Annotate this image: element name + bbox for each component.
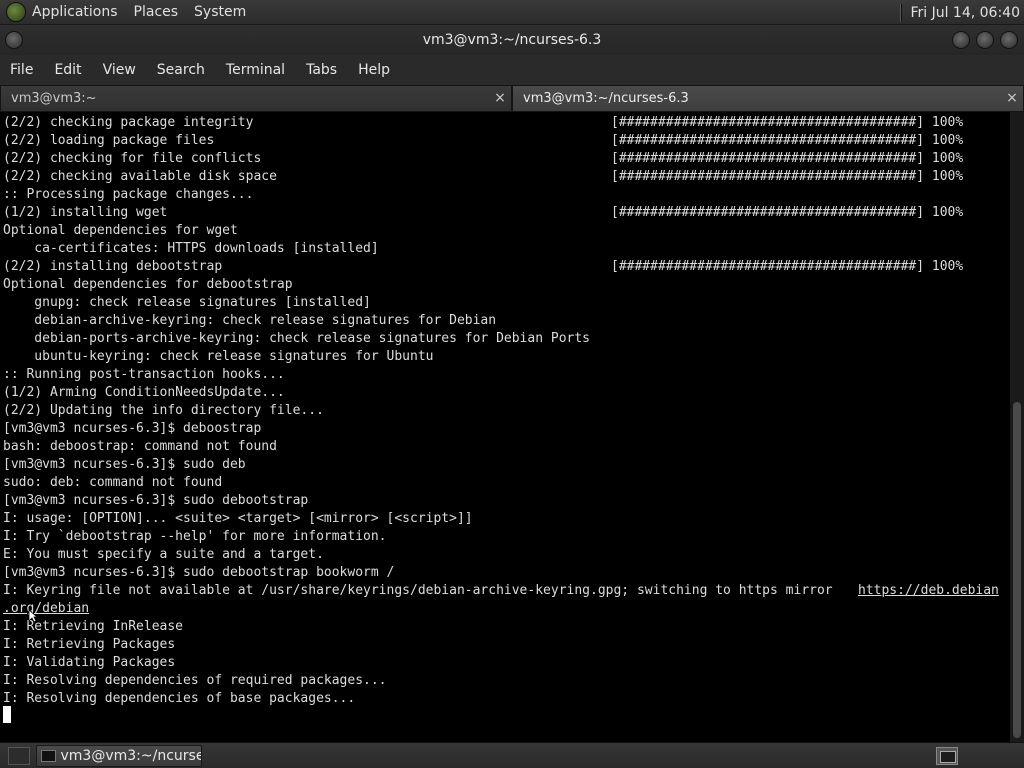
- terminal-line: [vm3@vm3 ncurses-6.3]$ deboostrap: [3, 421, 262, 436]
- progress-bar-text: [######################################]…: [611, 151, 964, 166]
- clock-area: Fri Jul 14, 06:40: [900, 0, 1024, 25]
- terminal-line: :: Processing package changes...: [3, 187, 254, 202]
- terminal-line: [vm3@vm3 ncurses-6.3]$ sudo debootstrap: [3, 493, 309, 508]
- tab-label: vm3@vm3:~: [11, 91, 97, 106]
- panel-separator: [900, 3, 903, 22]
- mouse-pointer-icon: [28, 609, 38, 623]
- terminal-line: Optional dependencies for debootstrap: [3, 277, 293, 292]
- terminal-cursor: [3, 706, 11, 723]
- applications-menu[interactable]: Applications: [32, 4, 118, 20]
- terminal-line: sudo: deb: command not found: [3, 475, 223, 490]
- workspace-switcher-icon[interactable]: [936, 747, 958, 765]
- progress-bar-text: [######################################]…: [611, 115, 964, 130]
- terminal-line: bash: deboostrap: command not found: [3, 439, 277, 454]
- terminal-scrollbar[interactable]: [1010, 112, 1024, 742]
- tab-home[interactable]: vm3@vm3:~ ×: [0, 85, 512, 112]
- terminal-line: (2/2) installing debootstrap: [3, 259, 223, 274]
- terminal-line: [vm3@vm3 ncurses-6.3]$ sudo deb: [3, 457, 246, 472]
- terminal-output[interactable]: (2/2) checking package integrity (2/2) l…: [0, 112, 1010, 742]
- tab-close-icon[interactable]: ×: [492, 90, 508, 106]
- progress-bar-text: [######################################]…: [611, 133, 964, 148]
- terminal-line: [vm3@vm3 ncurses-6.3]$ sudo debootstrap …: [3, 565, 395, 580]
- terminal-line: gnupg: check release signatures [install…: [3, 295, 371, 310]
- menu-view[interactable]: View: [103, 62, 136, 78]
- terminal-line: (2/2) checking package integrity: [3, 115, 254, 130]
- clock[interactable]: Fri Jul 14, 06:40: [910, 5, 1020, 21]
- terminal-line: (2/2) Updating the info directory file..…: [3, 403, 324, 418]
- terminal-line: (1/2) installing wget: [3, 205, 168, 220]
- menu-file[interactable]: File: [10, 62, 33, 78]
- window-titlebar[interactable]: vm3@vm3:~/ncurses-6.3: [0, 25, 1024, 55]
- terminal-line: I: Resolving dependencies of required pa…: [3, 673, 387, 688]
- terminal-line: (2/2) loading package files: [3, 133, 215, 148]
- terminal-line: (2/2) checking for file conflicts: [3, 151, 262, 166]
- terminal-line: ubuntu-keyring: check release signatures…: [3, 349, 434, 364]
- terminal-line: debian-ports-archive-keyring: check rele…: [3, 331, 590, 346]
- places-menu[interactable]: Places: [134, 4, 179, 20]
- show-desktop-icon[interactable]: [8, 746, 30, 765]
- system-menu[interactable]: System: [194, 4, 246, 20]
- taskbar-window-button[interactable]: vm3@vm3:~/ncurse...: [36, 744, 202, 767]
- progress-bar-text: [######################################]…: [611, 205, 964, 220]
- top-panel: Applications Places System Fri Jul 14, 0…: [0, 0, 1024, 25]
- taskbar-window-label: vm3@vm3:~/ncurse...: [60, 747, 202, 764]
- distro-logo-icon[interactable]: [6, 2, 26, 22]
- terminal-line: (1/2) Arming ConditionNeedsUpdate...: [3, 385, 285, 400]
- menu-help[interactable]: Help: [358, 62, 390, 78]
- terminal-line: ca-certificates: HTTPS downloads [instal…: [3, 241, 379, 256]
- menu-terminal[interactable]: Terminal: [226, 62, 285, 78]
- menubar: File Edit View Search Terminal Tabs Help: [0, 55, 1024, 85]
- terminal-line: I: Keyring file not available at /usr/sh…: [3, 583, 841, 598]
- bottom-panel: vm3@vm3:~/ncurse...: [0, 742, 1024, 768]
- menu-edit[interactable]: Edit: [54, 62, 81, 78]
- terminal-line: :: Running post-transaction hooks...: [3, 367, 285, 382]
- window-menu-button[interactable]: [5, 31, 23, 49]
- terminal-line: I: usage: [OPTION]... <suite> <target> […: [3, 511, 473, 526]
- minimize-button[interactable]: [952, 31, 970, 49]
- tab-ncurses[interactable]: vm3@vm3:~/ncurses-6.3 ×: [512, 85, 1024, 112]
- terminal-line: E: You must specify a suite and a target…: [3, 547, 324, 562]
- tab-bar: vm3@vm3:~ × vm3@vm3:~/ncurses-6.3 ×: [0, 85, 1024, 112]
- terminal-line: Optional dependencies for wget: [3, 223, 238, 238]
- progress-bar-text: [######################################]…: [611, 259, 964, 274]
- terminal-link[interactable]: .org/debian: [3, 600, 89, 618]
- tab-label: vm3@vm3:~/ncurses-6.3: [523, 91, 689, 106]
- menu-tabs[interactable]: Tabs: [306, 62, 337, 78]
- menu-search[interactable]: Search: [157, 62, 205, 78]
- progress-bar-text: [######################################]…: [611, 169, 964, 184]
- terminal-line: debian-archive-keyring: check release si…: [3, 313, 497, 328]
- scrollbar-thumb[interactable]: [1013, 402, 1021, 738]
- terminal-icon: [41, 749, 56, 762]
- terminal-link[interactable]: https://deb.debian: [858, 582, 999, 600]
- terminal-line: I: Resolving dependencies of base packag…: [3, 691, 356, 706]
- window-title: vm3@vm3:~/ncurses-6.3: [422, 32, 602, 48]
- tab-close-icon[interactable]: ×: [1004, 90, 1020, 106]
- terminal-line: I: Validating Packages: [3, 655, 176, 670]
- terminal-line: I: Retrieving Packages: [3, 637, 176, 652]
- maximize-button[interactable]: [976, 31, 994, 49]
- terminal-line: (2/2) checking available disk space: [3, 169, 277, 184]
- terminal-line: I: Try `debootstrap --help' for more inf…: [3, 529, 387, 544]
- close-window-button[interactable]: [1000, 31, 1018, 49]
